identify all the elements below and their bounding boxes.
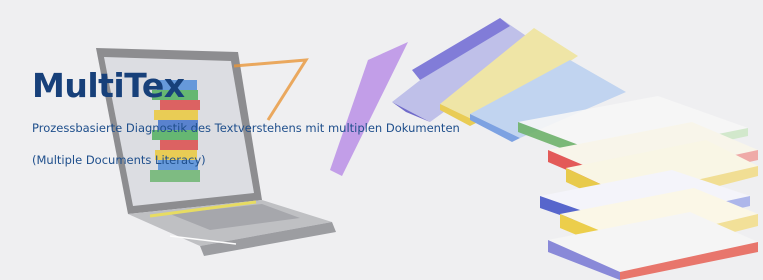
- book-stack-icon: [518, 96, 758, 280]
- flying-page-purple-icon: [330, 42, 408, 176]
- banner-illustration: [96, 18, 758, 280]
- page-subtitle-secondary: (Multiple Documents Literacy): [32, 153, 206, 167]
- page-title: MultiTex: [32, 66, 185, 105]
- header-banner: MultiTex Prozessbasierte Diagnostik des …: [0, 0, 763, 280]
- page-subtitle: Prozessbasierte Diagnostik des Textverst…: [32, 121, 460, 135]
